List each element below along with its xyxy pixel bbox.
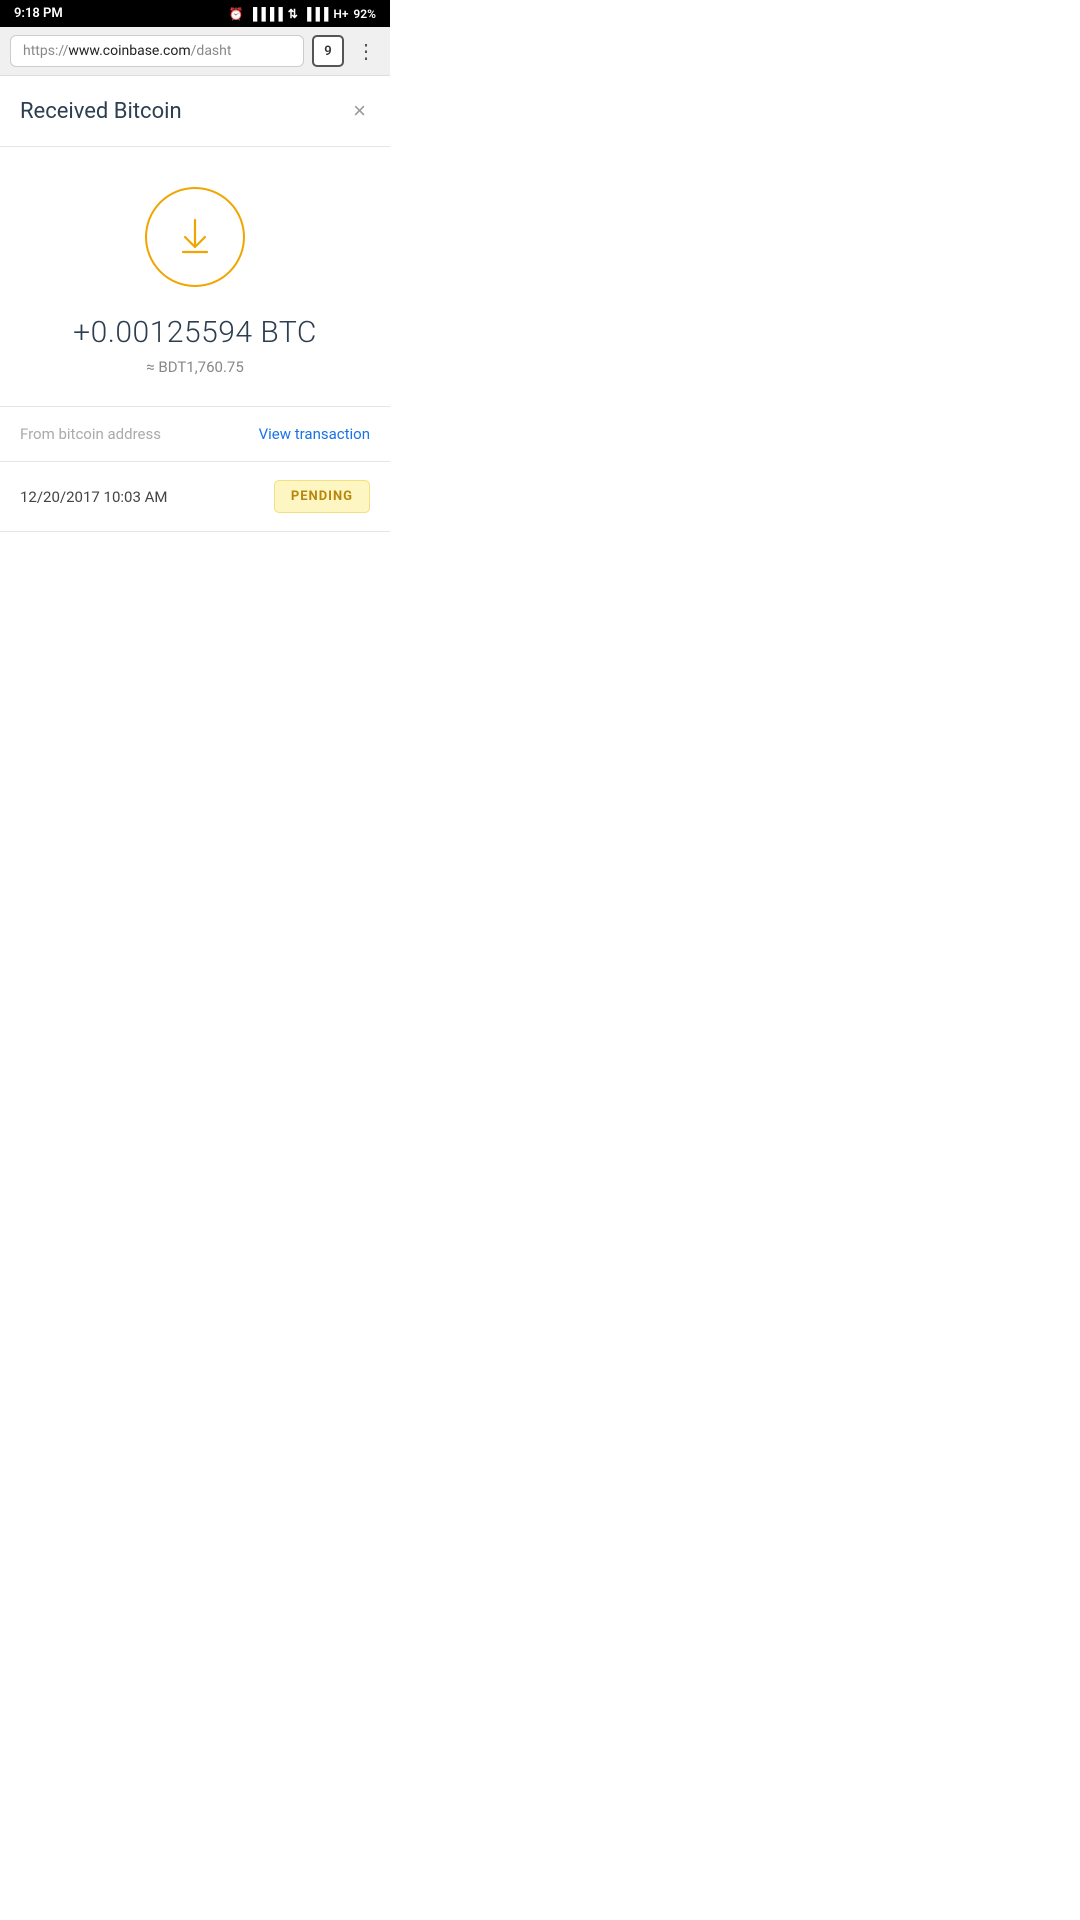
- alarm-icon: ⏰: [229, 7, 244, 21]
- battery-display: 92%: [353, 7, 376, 21]
- time-display: 9:18 PM: [14, 6, 63, 21]
- network-type: H+: [333, 7, 348, 21]
- url-bar[interactable]: https://www.coinbase.com/dasht: [10, 35, 304, 67]
- view-transaction-link[interactable]: View transaction: [259, 425, 370, 443]
- sort-icon: ⇅: [288, 7, 298, 21]
- browser-bar: https://www.coinbase.com/dasht 9 ⋮: [0, 27, 390, 76]
- download-icon: [172, 214, 218, 260]
- page-title: Received Bitcoin: [20, 99, 182, 124]
- status-bar: 9:18 PM ⏰ ▐▐▐▐ ⇅ ▐▐▐ H+ 92%: [0, 0, 390, 27]
- date-row: 12/20/2017 10:03 AM PENDING: [0, 462, 390, 532]
- status-badge: PENDING: [274, 480, 370, 513]
- btc-amount: +0.00125594 BTC: [73, 315, 317, 350]
- main-content: +0.00125594 BTC ≈ BDT1,760.75: [0, 147, 390, 407]
- status-icons: ⏰ ▐▐▐▐ ⇅ ▐▐▐ H+ 92%: [229, 7, 376, 21]
- receive-icon-circle: [145, 187, 245, 287]
- url-path: /dasht: [191, 43, 232, 59]
- url-domain: www.coinbase.com: [68, 43, 190, 59]
- close-button[interactable]: ×: [349, 94, 370, 128]
- from-address-label: From bitcoin address: [20, 425, 161, 443]
- browser-menu-button[interactable]: ⋮: [352, 39, 380, 63]
- page-header: Received Bitcoin ×: [0, 76, 390, 147]
- tab-count-button[interactable]: 9: [312, 35, 344, 67]
- bottom-space: [0, 532, 390, 932]
- fiat-amount: ≈ BDT1,760.75: [146, 358, 244, 376]
- url-prefix: https://: [23, 43, 68, 59]
- signal-icon-2: ▐▐▐: [303, 7, 329, 21]
- signal-icon: ▐▐▐▐: [249, 7, 283, 21]
- transaction-row: From bitcoin address View transaction: [0, 407, 390, 462]
- transaction-date: 12/20/2017 10:03 AM: [20, 488, 168, 506]
